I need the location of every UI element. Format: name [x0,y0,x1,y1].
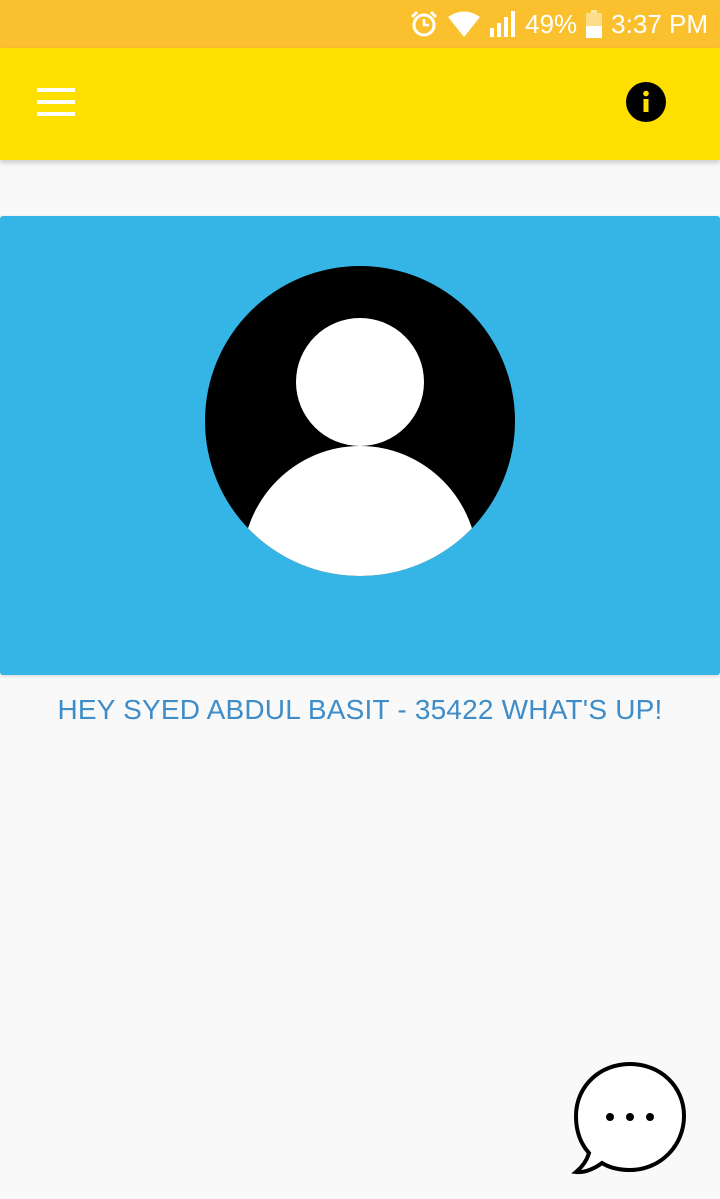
wifi-icon [447,10,481,38]
battery-percent: 49% [525,8,578,39]
signal-icon [489,10,517,38]
clock: 3:37 PM [611,8,708,39]
status-icons: 49% 3:37 PM [409,0,708,48]
alarm-icon [409,9,439,39]
menu-button[interactable] [26,74,86,134]
default-avatar-icon [205,266,515,580]
hamburger-menu-icon [37,87,75,121]
chat-button[interactable] [570,1060,692,1178]
info-icon [626,81,666,127]
battery-icon [585,9,603,39]
avatar[interactable] [205,266,515,576]
greeting-text: HEY SYED ABDUL BASIT - 35422 WHAT'S UP! [57,694,663,725]
info-button[interactable] [616,74,676,134]
status-bar: 49% 3:37 PM [0,0,720,48]
profile-card [0,216,720,675]
app-bar [0,48,720,160]
chat-bubble-icon [570,1061,692,1182]
